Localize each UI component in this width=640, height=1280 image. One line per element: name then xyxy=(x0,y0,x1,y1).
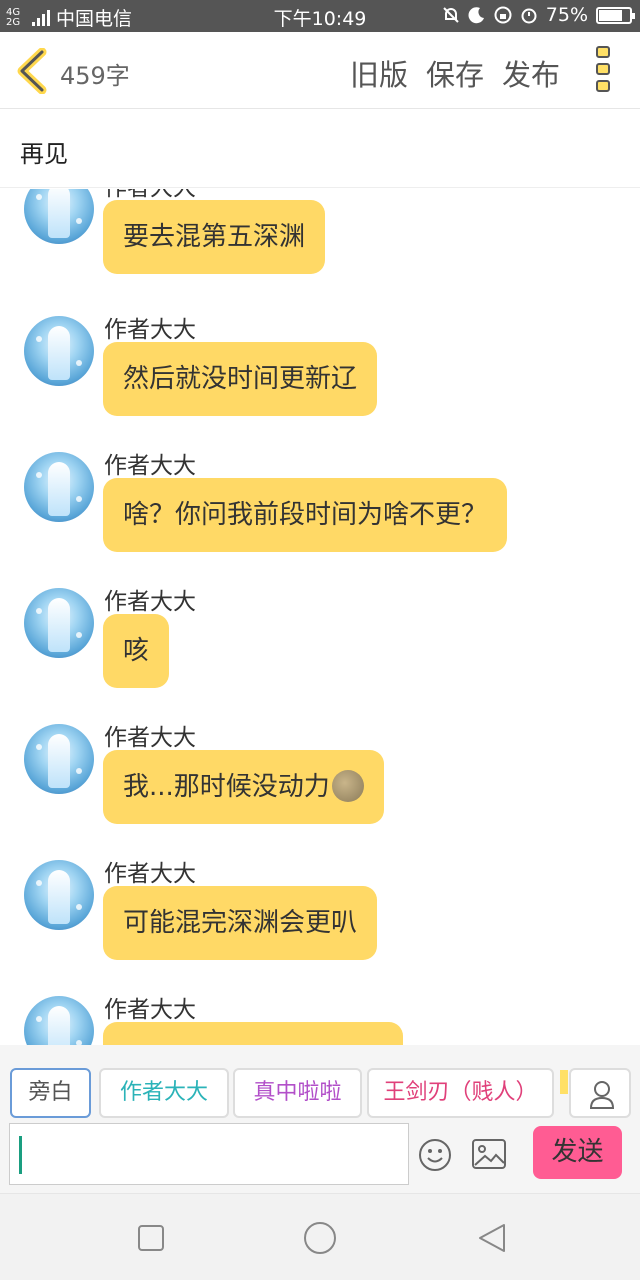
chat-message[interactable]: 作者大大 然后就没时间更新辽 xyxy=(0,316,640,452)
square-icon[interactable] xyxy=(137,1224,165,1252)
moon-face-emoji-icon xyxy=(331,769,364,802)
chat-message[interactable]: 作者大大 咳 xyxy=(0,588,640,724)
chat-message[interactable]: 作者大大 我...那时候没动力 xyxy=(0,724,640,860)
message-bubble[interactable]: 然后就没时间更新辽 xyxy=(103,342,378,416)
message-input[interactable] xyxy=(9,1123,409,1185)
more-vertical-icon[interactable] xyxy=(596,46,614,96)
message-sender: 作者大大 xyxy=(104,317,196,343)
role-chip-wangjianren[interactable]: 王剑刃（贱人） xyxy=(367,1068,554,1118)
message-sender: 作者大大 xyxy=(104,453,196,479)
chip-scroll-marker xyxy=(560,1070,568,1094)
system-nav-bar xyxy=(0,1193,640,1280)
composer-panel: 旁白 作者大大 真中啦啦 王剑刃（贱人） 发送 xyxy=(0,1045,640,1193)
avatar[interactable] xyxy=(24,724,94,794)
message-bubble[interactable]: 咳 xyxy=(103,614,170,688)
chat-message[interactable]: 作者大大 要去混第五深渊 xyxy=(0,189,640,310)
moon-icon xyxy=(468,7,484,24)
lock-rotation-icon xyxy=(494,6,512,24)
back-chevron-icon[interactable] xyxy=(14,48,52,94)
avatar[interactable] xyxy=(24,316,94,386)
status-bar: 4G 2G 中国电信 下午10:49 75% xyxy=(0,0,640,32)
add-role-button[interactable] xyxy=(569,1068,631,1118)
chat-area[interactable]: 作者大大 要去混第五深渊 作者大大 然后就没时间更新辽 作者大大 啥？你问我前段… xyxy=(0,189,640,1045)
avatar[interactable] xyxy=(24,452,94,522)
image-icon[interactable] xyxy=(472,1139,506,1169)
save-button[interactable]: 保存 xyxy=(426,52,484,94)
publish-button[interactable]: 发布 xyxy=(502,52,560,94)
message-text: 我...那时候没动力 xyxy=(123,772,330,802)
message-bubble[interactable]: 要去混第五深渊 xyxy=(103,200,326,274)
chat-message[interactable]: 作者大大 啥？你问我前段时间为啥不更？ xyxy=(0,452,640,588)
alarm-icon xyxy=(521,8,537,24)
avatar[interactable] xyxy=(24,189,94,244)
battery-icon xyxy=(596,6,635,24)
battery-percent: 75% xyxy=(545,4,588,26)
role-chip-author[interactable]: 作者大大 xyxy=(99,1068,229,1118)
word-count: 459字 xyxy=(60,62,130,90)
top-actions: 旧版 保存 发布 xyxy=(350,52,560,94)
old-version-button[interactable]: 旧版 xyxy=(350,52,408,94)
smiley-icon[interactable] xyxy=(418,1138,452,1172)
text-caret xyxy=(19,1136,22,1174)
mute-bell-icon xyxy=(443,7,459,23)
role-chip-zhenzhong[interactable]: 真中啦啦 xyxy=(233,1068,362,1118)
send-button[interactable]: 发送 xyxy=(533,1126,622,1179)
role-chip-narrator[interactable]: 旁白 xyxy=(10,1068,91,1118)
person-icon xyxy=(589,1081,615,1109)
message-bubble[interactable]: 啥？你问我前段时间为啥不更？ xyxy=(103,478,508,552)
triangle-back-icon[interactable] xyxy=(476,1222,508,1254)
message-sender: 作者大大 xyxy=(104,589,196,615)
story-title: 再见 xyxy=(20,140,68,168)
message-bubble[interactable]: 可能混完深渊会更叭 xyxy=(103,886,378,960)
avatar[interactable] xyxy=(24,996,94,1045)
avatar[interactable] xyxy=(24,588,94,658)
message-sender: 作者大大 xyxy=(104,725,196,751)
story-title-row[interactable]: 再见 xyxy=(0,110,640,188)
message-sender: 作者大大 xyxy=(104,861,196,887)
editor-top-bar: 459字 旧版 保存 发布 xyxy=(0,32,640,109)
status-right: 75% xyxy=(442,4,635,26)
avatar[interactable] xyxy=(24,860,94,930)
role-chips: 旁白 作者大大 真中啦啦 王剑刃（贱人） xyxy=(8,1068,631,1118)
message-sender: 作者大大 xyxy=(104,997,196,1023)
chat-message[interactable]: 作者大大 可能混完深渊会更叭 xyxy=(0,860,640,996)
message-bubble[interactable] xyxy=(103,1022,403,1045)
chat-message[interactable]: 作者大大 xyxy=(0,996,640,1045)
circle-icon[interactable] xyxy=(303,1221,337,1255)
message-bubble[interactable]: 我...那时候没动力 xyxy=(103,750,384,824)
